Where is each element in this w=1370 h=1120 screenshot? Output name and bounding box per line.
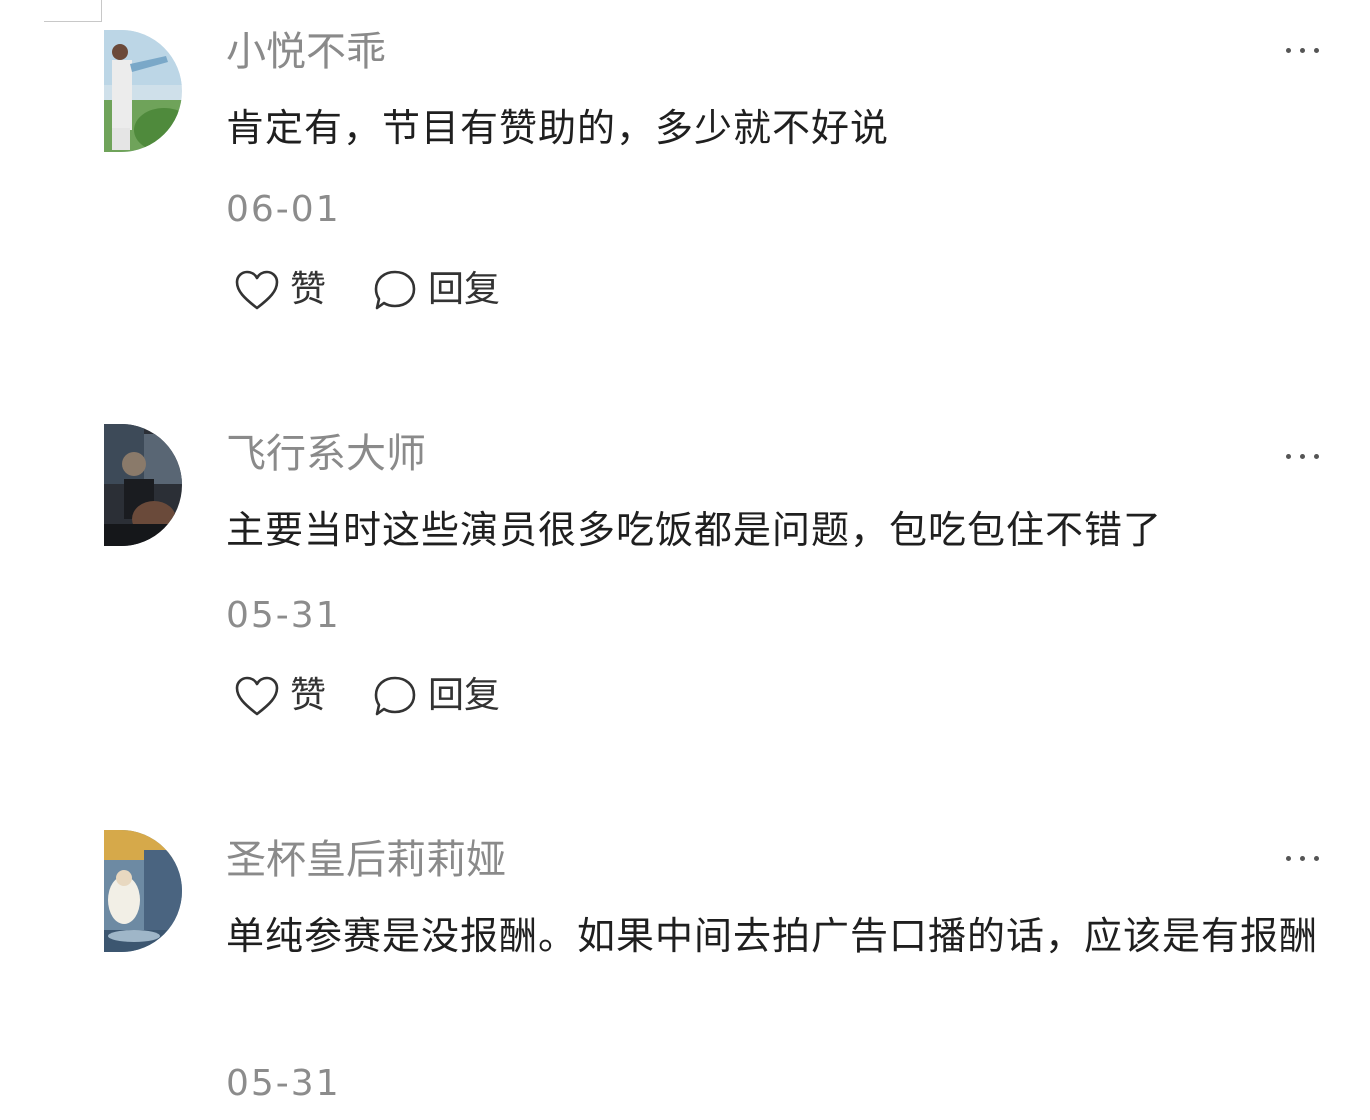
comment-date: 05-31 bbox=[226, 595, 341, 636]
comment-date: 06-01 bbox=[226, 189, 341, 230]
like-label: 赞 bbox=[290, 269, 327, 310]
avatar-photo-person-outdoors bbox=[104, 30, 182, 152]
ellipsis-icon bbox=[1285, 453, 1291, 459]
comment-date: 05-31 bbox=[226, 1063, 341, 1104]
more-options-button[interactable] bbox=[1272, 438, 1332, 474]
comment-text: 主要当时这些演员很多吃饭都是问题，包吃包住不错了 bbox=[226, 508, 1163, 552]
reply-label: 回复 bbox=[428, 675, 501, 716]
ellipsis-icon bbox=[1285, 47, 1291, 53]
avatar-photo-dark-scene bbox=[104, 424, 182, 546]
avatar[interactable] bbox=[104, 30, 182, 152]
reply-button[interactable]: 回复 bbox=[372, 266, 500, 314]
comment-username[interactable]: 圣杯皇后莉莉娅 bbox=[226, 836, 506, 884]
avatar[interactable] bbox=[104, 424, 182, 546]
avatar[interactable] bbox=[104, 830, 182, 952]
like-button[interactable]: 赞 bbox=[234, 672, 326, 720]
like-label: 赞 bbox=[290, 675, 327, 716]
reply-label: 回复 bbox=[428, 269, 501, 310]
speech-bubble-icon bbox=[374, 676, 416, 716]
comment-username[interactable]: 飞行系大师 bbox=[226, 430, 426, 478]
comment-text: 单纯参赛是没报酬。如果中间去拍广告口播的话，应该是有报酬 bbox=[226, 914, 1319, 958]
more-options-button[interactable] bbox=[1272, 840, 1332, 876]
ellipsis-icon bbox=[1285, 855, 1291, 861]
page-corner-divider bbox=[44, 0, 102, 22]
comment-username[interactable]: 小悦不乖 bbox=[226, 28, 386, 76]
avatar-photo-figure-in-room bbox=[104, 830, 182, 952]
heart-icon bbox=[235, 270, 279, 310]
more-options-button[interactable] bbox=[1272, 32, 1332, 68]
reply-button[interactable]: 回复 bbox=[372, 672, 500, 720]
heart-icon bbox=[235, 676, 279, 716]
comment-text: 肯定有，节目有赞助的，多少就不好说 bbox=[226, 106, 890, 150]
like-button[interactable]: 赞 bbox=[234, 266, 326, 314]
speech-bubble-icon bbox=[374, 270, 416, 310]
